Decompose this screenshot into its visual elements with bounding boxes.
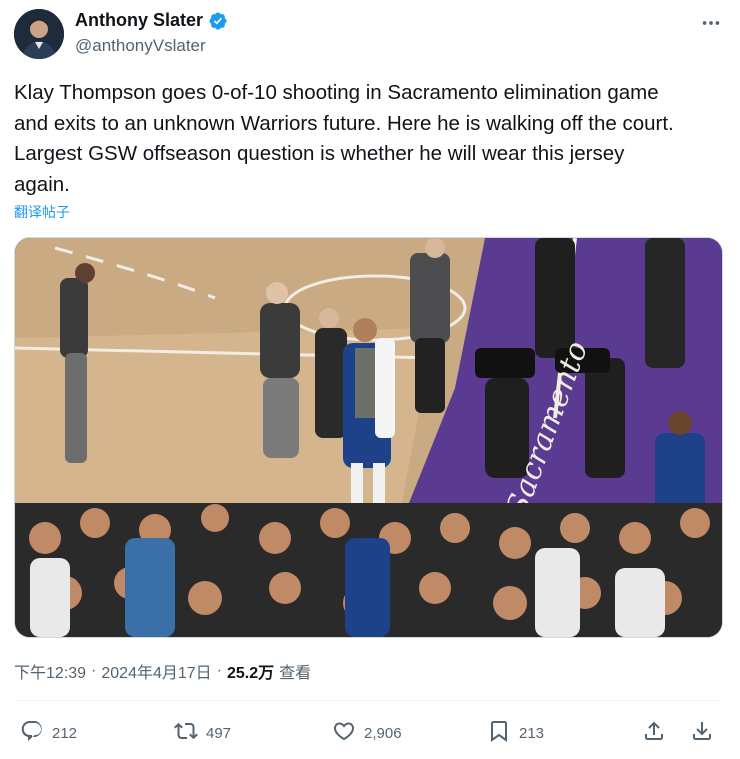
repost-icon [174, 719, 198, 747]
tweet-time[interactable]: 下午12:39 [14, 659, 86, 683]
repost-button[interactable]: 497 [174, 718, 231, 748]
tweet-meta: 下午12:39 · 2024年4月17日 · 25.2万 查看 [14, 659, 311, 683]
download-button[interactable] [690, 718, 714, 748]
reply-count: 212 [52, 724, 78, 742]
repost-count: 497 [206, 724, 232, 742]
translate-link[interactable]: 翻译帖子 [14, 202, 70, 222]
bookmark-button[interactable]: 213 [487, 718, 544, 748]
meta-separator-2: · [216, 662, 222, 679]
like-button[interactable]: 2,906 [332, 718, 402, 748]
views-label: 查看 [279, 665, 312, 682]
meta-separator: · [91, 662, 97, 679]
reply-button[interactable]: 212 [20, 718, 77, 748]
author-display-name[interactable]: Anthony Slater [75, 10, 203, 31]
download-icon [690, 719, 714, 747]
share-icon [642, 719, 666, 747]
action-bar: 212 497 2,906 213 [14, 718, 722, 748]
like-count: 2,906 [364, 724, 402, 742]
tweet-photo[interactable]: Sacramento [14, 237, 723, 638]
bookmark-icon [487, 719, 511, 747]
avatar[interactable] [14, 9, 64, 59]
like-icon [332, 719, 356, 747]
tweet-text: Klay Thompson goes 0-of-10 shooting in S… [14, 81, 674, 196]
verified-icon [208, 11, 228, 31]
bookmark-count: 213 [519, 724, 545, 742]
views-count: 25.2万 [227, 665, 275, 682]
tweet-date[interactable]: 2024年4月17日 [101, 659, 211, 683]
author-handle[interactable]: @anthonyVslater [75, 36, 206, 56]
reply-icon [20, 719, 44, 747]
share-button[interactable] [642, 718, 666, 748]
more-icon[interactable] [700, 12, 722, 34]
divider [14, 700, 722, 701]
